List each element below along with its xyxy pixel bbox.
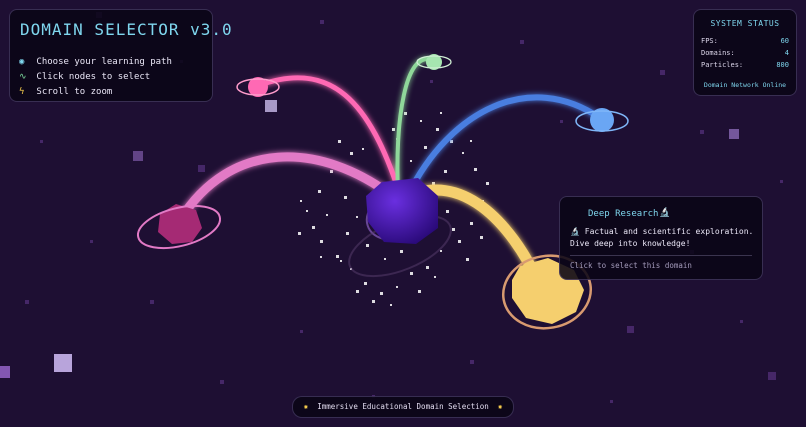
status-title: SYSTEM STATUS [710,19,780,28]
status-row-fps: FPS: 60 [701,37,789,45]
eye-icon: ◉ [19,57,25,67]
footer-banner: ✸ Immersive Educational Domain Selection… [292,396,514,418]
planet-magenta[interactable] [134,198,225,255]
tube-magenta [175,152,400,225]
status-value: 4 [784,49,789,57]
footer-text: Immersive Educational Domain Selection [317,402,489,411]
instruction-text: Choose your learning path [36,57,172,67]
status-label: Domains: [701,49,735,57]
instruction-choose-path: ◉ Choose your learning path [19,57,172,67]
domain-tooltip[interactable]: Deep Research 🔬 🔬 Factual and scientific… [559,196,763,280]
zap-icon: ϟ [19,87,25,97]
tooltip-divider [570,255,752,256]
info-panel: DOMAIN SELECTOR v3.0 ◉ Choose your learn… [9,9,232,102]
status-label: Particles: [701,61,744,69]
star-icon: ✸ [497,402,503,411]
instruction-text: Scroll to zoom [36,87,113,97]
app-title: DOMAIN SELECTOR v3.0 [20,20,233,39]
status-label: FPS: [701,37,718,45]
system-status-panel: SYSTEM STATUS FPS: 60 Domains: 4 Particl… [693,9,797,96]
star-icon: ✸ [303,402,309,411]
tube-pink [257,75,403,198]
status-footer: Domain Network Online [703,81,787,89]
tooltip-title: Deep Research [588,209,659,219]
instruction-click-nodes: ∿ Click nodes to select [19,72,150,82]
status-value: 60 [780,37,789,45]
tooltip-cta[interactable]: Click to select this domain [570,261,692,270]
tooltip-description: 🔬 Factual and scientific exploration. Di… [570,227,754,248]
microscope-icon: 🔬 [659,208,671,218]
status-value: 800 [776,61,789,69]
tube-blue [405,94,603,198]
instruction-scroll-zoom: ϟ Scroll to zoom [19,87,112,97]
pulse-icon: ∿ [19,72,27,82]
instruction-text: Click nodes to select [36,72,151,82]
status-row-domains: Domains: 4 [701,49,789,57]
status-row-particles: Particles: 800 [701,61,789,69]
tube-green [395,57,434,197]
